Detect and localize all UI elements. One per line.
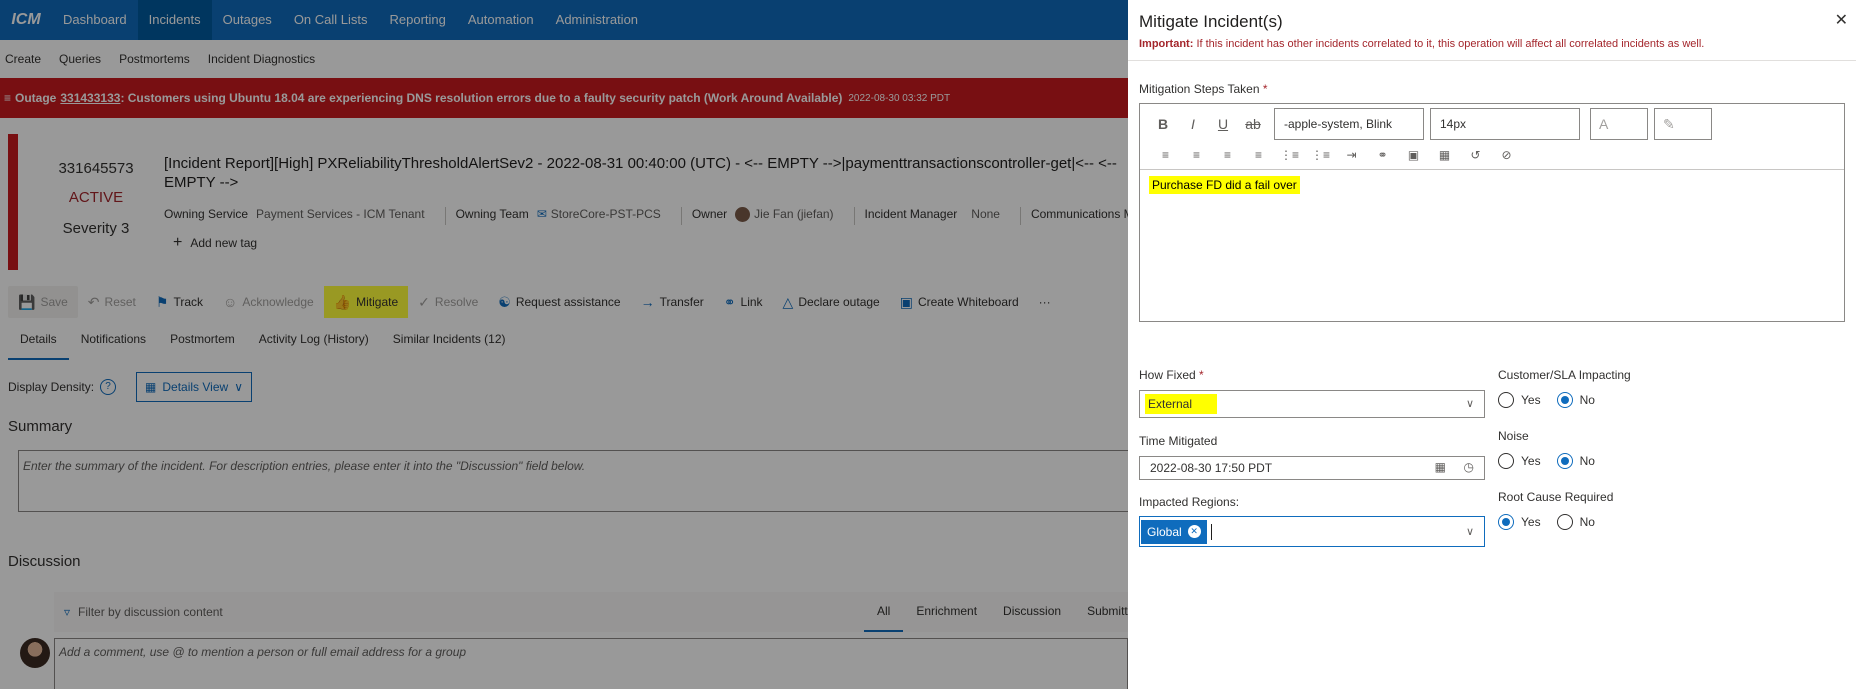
strikethrough-icon[interactable]: ab — [1238, 109, 1268, 139]
noise-radios: Yes No — [1498, 453, 1607, 469]
no-label: No — [1579, 454, 1595, 468]
clock-icon[interactable]: ◷ — [1464, 460, 1474, 474]
no-label: No — [1579, 393, 1595, 407]
noise-no-radio[interactable] — [1556, 453, 1573, 469]
important-label: Important: — [1139, 38, 1194, 50]
font-family-select[interactable]: -apple-system, Blink — [1274, 108, 1424, 140]
region-pill-label: Global — [1147, 524, 1182, 539]
region-pill: Global ✕ — [1141, 519, 1207, 544]
align-justify-icon[interactable]: ≡ — [1243, 144, 1274, 166]
noise-label: Noise — [1498, 429, 1529, 443]
mitigation-steps-content[interactable]: Purchase FD did a fail over — [1140, 170, 1844, 200]
root-cause-yes-radio[interactable] — [1498, 514, 1514, 530]
modal-overlay[interactable] — [0, 0, 1128, 689]
mitigation-steps-label-text: Mitigation Steps Taken — [1139, 82, 1260, 96]
divider — [1128, 60, 1856, 61]
how-fixed-label-text: How Fixed — [1139, 368, 1196, 382]
required-mark: * — [1262, 82, 1268, 96]
required-mark: * — [1199, 368, 1204, 382]
editor-toolbar: B I U ab -apple-system, Blink 14px A ✎ ≡… — [1140, 104, 1844, 170]
chevron-down-icon: ∨ — [1465, 398, 1474, 410]
align-right-icon[interactable]: ≡ — [1212, 144, 1243, 166]
yes-label: Yes — [1521, 454, 1541, 468]
how-fixed-label: How Fixed * — [1139, 368, 1204, 382]
font-size-select[interactable]: 14px — [1430, 108, 1580, 140]
impacted-regions-input[interactable]: Global ✕ ∨ — [1139, 516, 1485, 547]
numbered-list-icon[interactable]: ⋮≡ — [1305, 144, 1336, 166]
clear-format-icon[interactable]: ↺ — [1460, 144, 1491, 166]
no-label: No — [1579, 515, 1595, 529]
important-text: If this incident has other incidents cor… — [1193, 38, 1705, 50]
impacted-regions-label: Impacted Regions: — [1139, 495, 1240, 509]
remove-region-icon[interactable]: ✕ — [1187, 525, 1201, 538]
bold-icon[interactable]: B — [1148, 109, 1178, 139]
align-left-icon[interactable]: ≡ — [1150, 144, 1181, 166]
insert-link-icon[interactable]: ⚭ — [1367, 144, 1398, 166]
panel-title: Mitigate Incident(s) — [1139, 12, 1283, 31]
noise-yes-radio[interactable] — [1498, 453, 1514, 469]
text-caret — [1210, 523, 1212, 540]
underline-icon[interactable]: U — [1208, 109, 1238, 139]
chevron-down-icon[interactable]: ∨ — [1466, 525, 1474, 538]
customer-sla-label: Customer/SLA Impacting — [1498, 368, 1631, 382]
how-fixed-select[interactable]: External ∨ — [1139, 390, 1485, 418]
mitigation-steps-text: Purchase FD did a fail over — [1149, 176, 1300, 194]
indent-icon[interactable]: ⇥ — [1336, 144, 1367, 166]
highlight-color-icon[interactable]: ✎ — [1654, 108, 1712, 140]
insert-table-icon[interactable]: ▦ — [1429, 144, 1460, 166]
customer-sla-radios: Yes No — [1498, 392, 1607, 408]
mitigation-steps-editor: B I U ab -apple-system, Blink 14px A ✎ ≡… — [1139, 103, 1845, 322]
yes-label: Yes — [1521, 515, 1541, 529]
mitigate-panel: Mitigate Incident(s) ✕ Important: If thi… — [1128, 0, 1856, 689]
time-mitigated-label: Time Mitigated — [1139, 434, 1218, 448]
calendar-icon[interactable]: ▦ — [1435, 460, 1446, 474]
font-color-icon[interactable]: A — [1590, 108, 1648, 140]
align-center-icon[interactable]: ≡ — [1181, 144, 1212, 166]
customer-sla-no-radio[interactable] — [1556, 392, 1573, 408]
important-notice: Important: If this incident has other in… — [1139, 38, 1704, 50]
italic-icon[interactable]: I — [1178, 109, 1208, 139]
insert-image-icon[interactable]: ▣ — [1398, 144, 1429, 166]
how-fixed-value: External — [1145, 394, 1218, 414]
unlink-icon[interactable]: ⊘ — [1491, 144, 1522, 166]
time-mitigated-value: 2022-08-30 17:50 PDT — [1150, 461, 1273, 475]
bullet-list-icon[interactable]: ⋮≡ — [1274, 144, 1305, 166]
close-icon[interactable]: ✕ — [1835, 10, 1848, 30]
root-cause-no-radio[interactable] — [1556, 514, 1573, 530]
customer-sla-yes-radio[interactable] — [1498, 392, 1514, 408]
yes-label: Yes — [1521, 393, 1541, 407]
mitigation-steps-label: Mitigation Steps Taken * — [1139, 82, 1268, 96]
root-cause-label: Root Cause Required — [1498, 490, 1614, 504]
time-mitigated-input[interactable]: 2022-08-30 17:50 PDT ▦ ◷ — [1139, 456, 1485, 480]
root-cause-radios: Yes No — [1498, 514, 1607, 530]
